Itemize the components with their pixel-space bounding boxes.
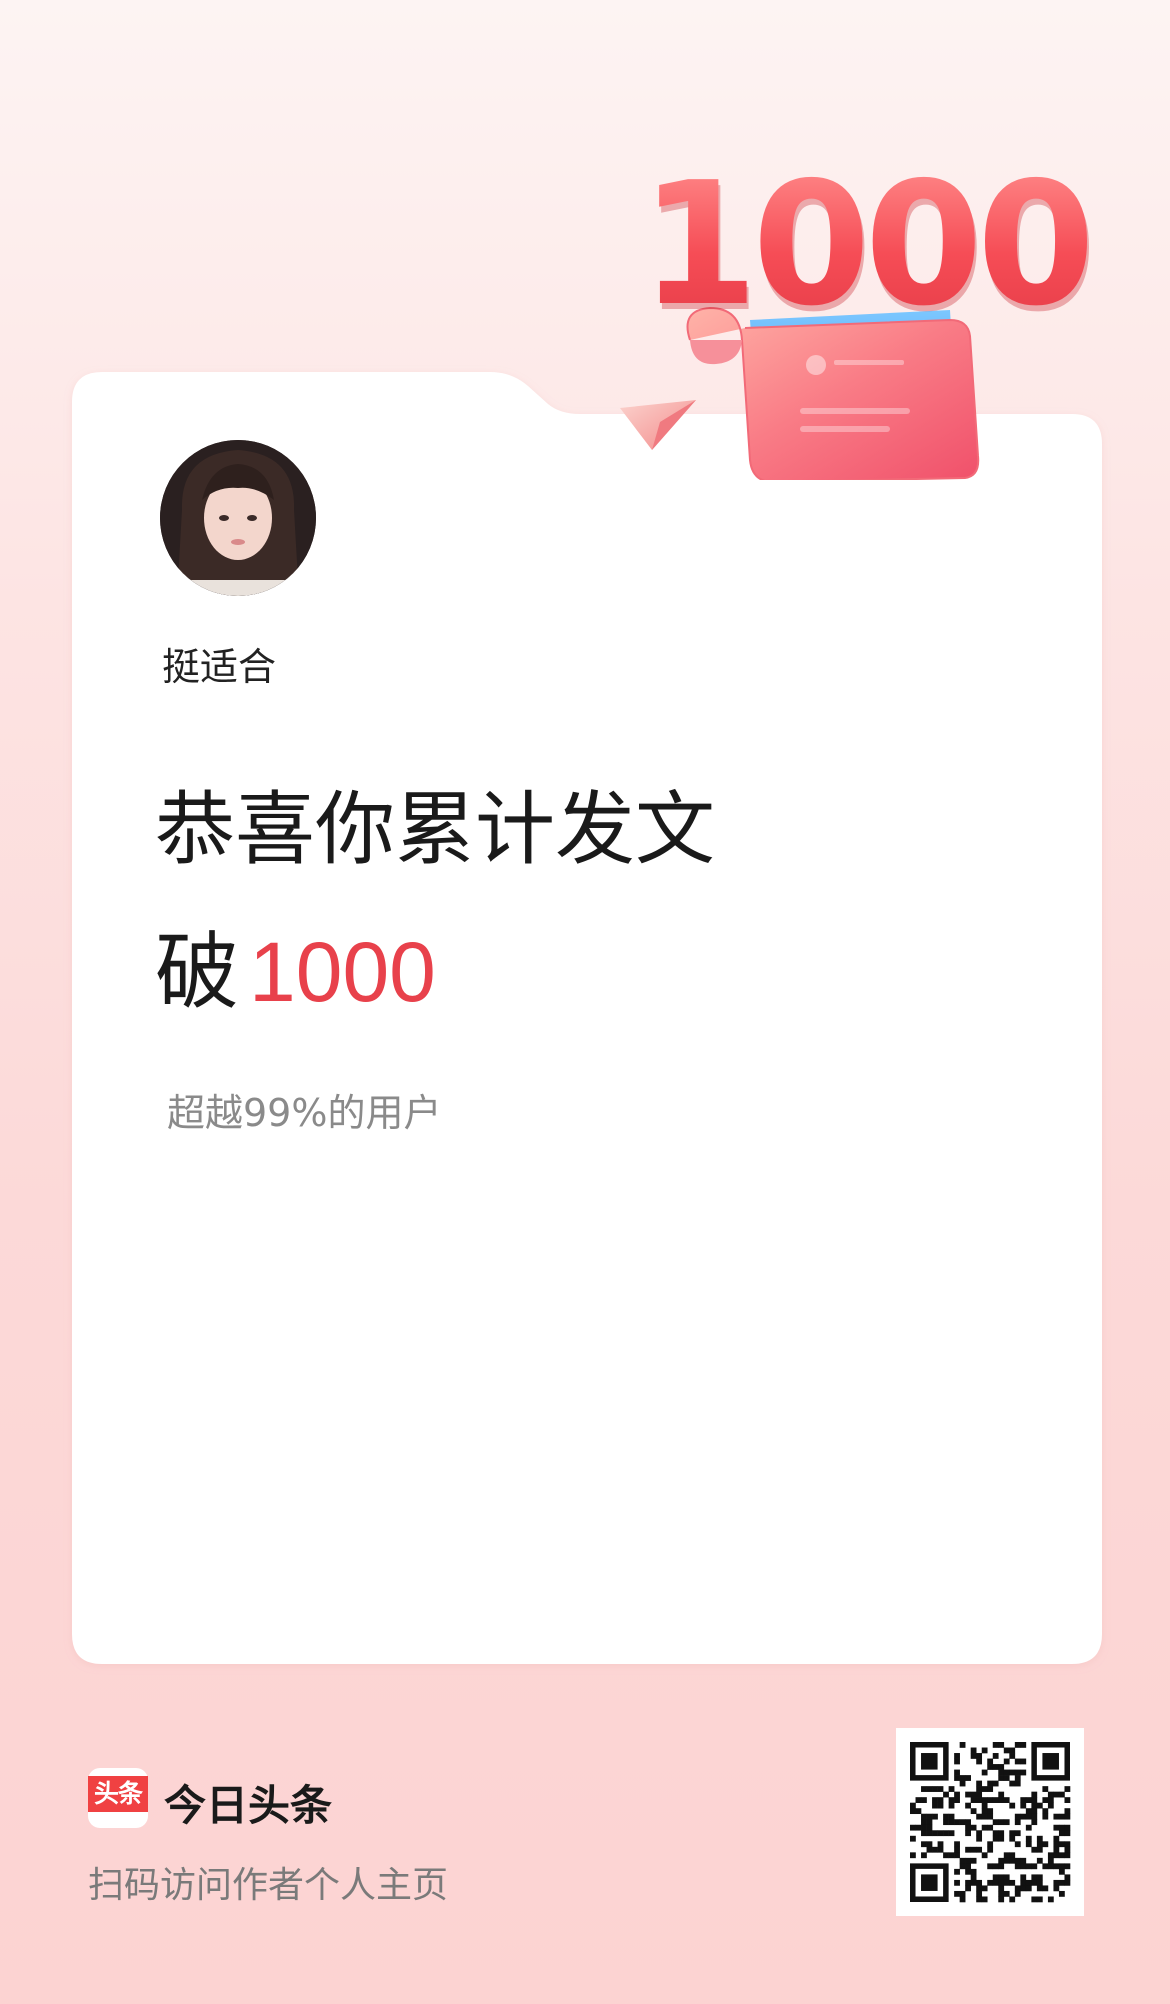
qr-code[interactable] <box>896 1728 1084 1916</box>
avatar[interactable] <box>160 440 316 596</box>
toutiao-logo-text: 头条 <box>88 1776 148 1812</box>
milestone-badge: 1000 <box>620 160 1095 480</box>
achievement-poster: 1000 挺适合 恭喜你累计发文 破 1000 超越99%的用户 头条 今日头条 … <box>0 0 1170 2004</box>
toutiao-logo: 头条 <box>88 1768 148 1828</box>
qr-tip: 扫码访问作者个人主页 <box>88 1865 449 1906</box>
milestone-badge-number: 1000 <box>640 146 1095 344</box>
headline-line-2: 破 1000 <box>155 930 436 1014</box>
brand-name: 今日头条 <box>164 1781 333 1830</box>
post-count: 1000 <box>249 925 436 1019</box>
headline-line-1: 恭喜你累计发文 <box>155 783 715 876</box>
headline-prefix: 破 <box>155 923 240 1021</box>
username: 挺适合 <box>162 645 277 689</box>
avatar-portrait-icon <box>160 440 316 596</box>
qr-code-icon <box>910 1742 1071 1903</box>
rank-text: 超越99%的用户 <box>167 1091 442 1135</box>
